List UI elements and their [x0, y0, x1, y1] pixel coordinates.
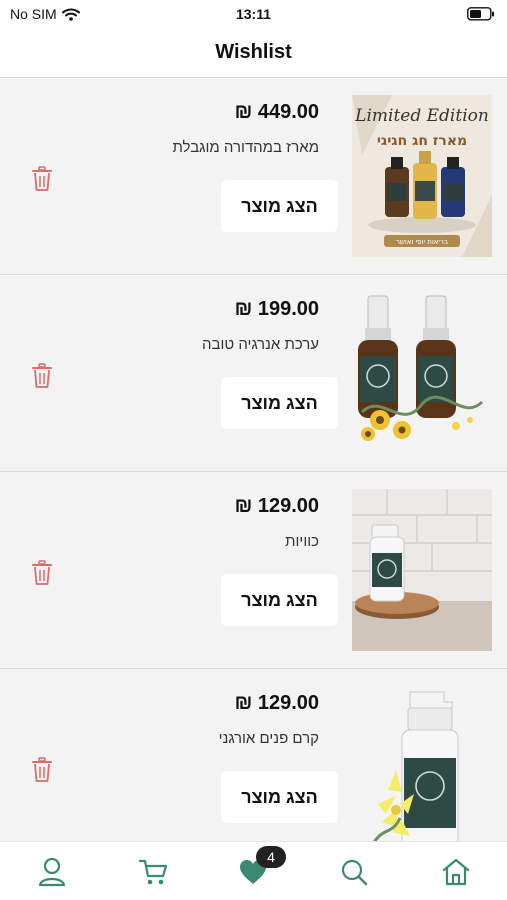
wishlist-list[interactable]: Limited Edition מארז חג חגיגי בריאות יופ…	[0, 79, 507, 841]
product-image[interactable]	[352, 489, 492, 651]
product-image[interactable]	[352, 686, 492, 841]
wishlist-item: ₪ 129.00 כוויות הצג מוצר	[0, 473, 507, 669]
view-product-button[interactable]: הצג מוצר	[221, 180, 338, 232]
home-icon	[442, 858, 470, 886]
view-product-button[interactable]: הצג מוצר	[221, 574, 338, 626]
product-name: כוויות	[285, 533, 319, 550]
navigation-header: Wishlist	[0, 30, 507, 78]
trash-icon[interactable]	[31, 757, 53, 783]
trash-icon[interactable]	[31, 560, 53, 586]
product-price: ₪ 449.00	[234, 101, 319, 123]
product-price: ₪ 129.00	[234, 692, 319, 714]
battery-icon	[467, 7, 494, 21]
product-image[interactable]: Limited Edition מארז חג חגיגי בריאות יופ…	[352, 95, 492, 257]
tab-account[interactable]	[34, 854, 70, 890]
trash-icon[interactable]	[31, 363, 53, 389]
wishlist-item: ₪ 129.00 קרם פנים אורגני הצג מוצר	[0, 670, 507, 841]
tab-home[interactable]	[438, 854, 474, 890]
svg-text:בריאות יופי ואושר: בריאות יופי ואושר	[396, 238, 448, 246]
product-name: קרם פנים אורגני	[218, 730, 319, 747]
product-name: ערכת אנרגיה טובה	[201, 336, 319, 353]
cart-icon	[138, 859, 168, 885]
wishlist-count-badge: 4	[256, 846, 286, 868]
svg-text:מארז חג חגיגי: מארז חג חגיגי	[377, 133, 467, 149]
view-product-button[interactable]: הצג מוצר	[221, 771, 338, 823]
view-product-button[interactable]: הצג מוצר	[221, 377, 338, 429]
product-price: ₪ 129.00	[234, 495, 319, 517]
search-icon	[341, 859, 368, 886]
product-image[interactable]	[352, 292, 492, 454]
user-icon	[38, 857, 66, 887]
wishlist-item: Limited Edition מארז חג חגיגי בריאות יופ…	[0, 79, 507, 275]
clock: 13:11	[235, 6, 272, 22]
page-title: Wishlist	[215, 41, 292, 63]
bottom-tab-bar: 4	[0, 841, 507, 900]
product-name: מארז במהדורה מוגבלת	[172, 139, 319, 156]
tab-search[interactable]	[336, 854, 372, 890]
wishlist-item: ₪ 199.00 ערכת אנרגיה טובה הצג מוצר	[0, 276, 507, 472]
svg-text:Limited Edition: Limited Edition	[354, 106, 489, 126]
status-bar: No SIM 13:11	[0, 0, 507, 30]
product-price: ₪ 199.00	[234, 298, 319, 320]
trash-icon[interactable]	[31, 166, 53, 192]
tab-cart[interactable]	[135, 854, 171, 890]
